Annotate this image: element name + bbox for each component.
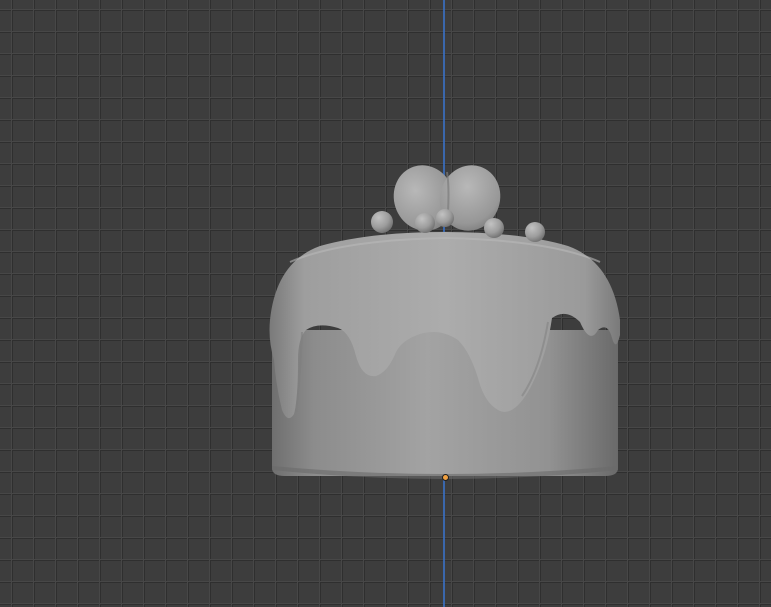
object-origin-marker	[442, 474, 449, 481]
3d-viewport[interactable]	[0, 0, 771, 607]
cake-body[interactable]	[272, 330, 618, 479]
cake-model[interactable]	[0, 0, 771, 607]
